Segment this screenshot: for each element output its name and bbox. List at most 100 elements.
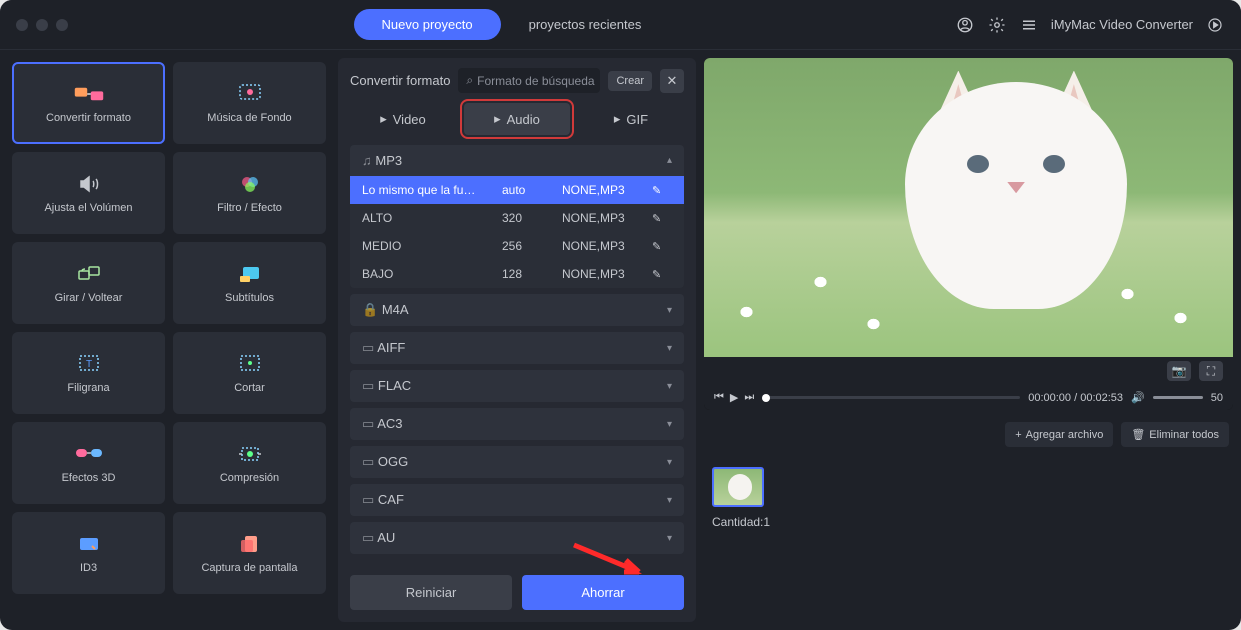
titlebar: Nuevo proyecto proyectos recientes iMyMa… [0, 0, 1241, 50]
play-circle-icon[interactable] [1205, 15, 1225, 35]
sidebar-item-compression[interactable]: Compresión [173, 422, 326, 504]
format-panel-title: Convertir formato [350, 73, 450, 88]
sidebar-item-label: Filigrana [67, 382, 109, 394]
tab-recent-projects[interactable]: proyectos recientes [501, 9, 670, 40]
group-ogg[interactable]: ▭ OGG▾ [350, 446, 684, 478]
fullscreen-button[interactable]: ⛶ [1199, 361, 1223, 381]
sidebar-item-volume[interactable]: Ajusta el Volúmen [12, 152, 165, 234]
snapshot-button[interactable]: 📷 [1167, 361, 1191, 381]
sidebar-item-rotate[interactable]: Girar / Voltear [12, 242, 165, 324]
reset-button[interactable]: Reiniciar [350, 575, 512, 610]
preview-canvas[interactable] [704, 58, 1233, 357]
maximize-dot[interactable] [56, 19, 68, 31]
rotate-icon [73, 262, 105, 286]
tab-video[interactable]: ▸Video [350, 103, 456, 135]
sidebar-item-screenshot[interactable]: Captura de pantalla [173, 512, 326, 594]
tab-new-project[interactable]: Nuevo proyecto [354, 9, 501, 40]
tab-audio[interactable]: ▸Audio [464, 103, 570, 135]
queue-actions: +Agregar archivo 🗑Eliminar todos [704, 418, 1233, 451]
account-icon[interactable] [955, 15, 975, 35]
chevron-down-icon: ▾ [667, 495, 672, 506]
menu-icon[interactable] [1019, 15, 1039, 35]
convert-icon [73, 82, 105, 106]
volume-slider[interactable] [1153, 396, 1203, 399]
queue-count: Cantidad:1 [712, 515, 1225, 529]
group-aiff[interactable]: ▭ AIFF▾ [350, 332, 684, 364]
tab-gif[interactable]: ▸GIF [578, 103, 684, 135]
save-button[interactable]: Ahorrar [522, 575, 684, 610]
sidebar-item-id3[interactable]: ID3 [12, 512, 165, 594]
preset-row[interactable]: BAJO128NONE,MP3✎ [350, 260, 684, 288]
remove-all-button[interactable]: 🗑Eliminar todos [1121, 422, 1229, 447]
play-button[interactable]: ▶ [730, 391, 738, 404]
close-dot[interactable] [16, 19, 28, 31]
close-panel-button[interactable]: ✕ [660, 69, 684, 93]
sidebar-item-label: Efectos 3D [62, 472, 116, 484]
group-ac3[interactable]: ▭ AC3▾ [350, 408, 684, 440]
sidebar-item-3d[interactable]: Efectos 3D [12, 422, 165, 504]
chevron-down-icon: ▾ [667, 381, 672, 392]
app-window: Nuevo proyecto proyectos recientes iMyMa… [0, 0, 1241, 630]
search-input[interactable]: ⌕Formato de búsqueda [458, 68, 600, 93]
subtitles-icon [234, 262, 266, 286]
sidebar-item-watermark[interactable]: T Filigrana [12, 332, 165, 414]
sidebar-item-label: Convertir formato [46, 112, 131, 124]
volume-value: 50 [1211, 392, 1223, 404]
sidebar-item-label: Girar / Voltear [55, 292, 123, 304]
sidebar-item-convert-format[interactable]: Convertir formato [12, 62, 165, 144]
app-name-label: iMyMac Video Converter [1051, 17, 1193, 32]
format-type-tabs: ▸Video ▸Audio ▸GIF [338, 103, 696, 145]
next-button[interactable]: ⏭ [744, 391, 754, 404]
edit-icon[interactable]: ✎ [652, 268, 672, 281]
sidebar-item-background-music[interactable]: Música de Fondo [173, 62, 326, 144]
audio-icon: ▸ [494, 111, 501, 127]
create-button[interactable]: Crear [608, 71, 652, 91]
queue-thumbnail[interactable] [712, 467, 764, 507]
sidebar-item-cut[interactable]: Cortar [173, 332, 326, 414]
glasses-3d-icon [73, 442, 105, 466]
sidebar-item-label: Captura de pantalla [201, 562, 297, 574]
preview-snapshot-row: 📷 ⛶ [704, 357, 1233, 385]
id3-icon [73, 532, 105, 556]
gif-icon: ▸ [614, 111, 621, 127]
traffic-lights [16, 19, 68, 31]
group-m4a[interactable]: 🔒 M4A▾ [350, 294, 684, 326]
sidebar-item-filter[interactable]: Filtro / Efecto [173, 152, 326, 234]
player-controls: ⏮ ▶ ⏭ 00:00:00 / 00:02:53 🔊 50 [704, 385, 1233, 410]
seek-slider[interactable] [762, 396, 1020, 399]
edit-icon[interactable]: ✎ [652, 240, 672, 253]
svg-text:T: T [85, 359, 91, 370]
format-list[interactable]: ♫ MP3▴ Lo mismo que la fu…autoNONE,MP3✎ … [338, 145, 696, 563]
prev-button[interactable]: ⏮ [714, 391, 724, 404]
group-flac[interactable]: ▭ FLAC▾ [350, 370, 684, 402]
queue-body: Cantidad:1 [704, 459, 1233, 622]
preset-row[interactable]: MEDIO256NONE,MP3✎ [350, 232, 684, 260]
gear-icon[interactable] [987, 15, 1007, 35]
edit-icon[interactable]: ✎ [652, 184, 672, 197]
minimize-dot[interactable] [36, 19, 48, 31]
sidebar-item-subtitles[interactable]: Subtítulos [173, 242, 326, 324]
project-tabs: Nuevo proyecto proyectos recientes [68, 9, 955, 40]
filter-icon [234, 172, 266, 196]
compress-icon [234, 442, 266, 466]
add-file-button[interactable]: +Agregar archivo [1005, 422, 1113, 447]
volume-icon[interactable]: 🔊 [1131, 391, 1145, 404]
chevron-down-icon: ▾ [667, 343, 672, 354]
transport: ⏮ ▶ ⏭ [714, 391, 754, 404]
group-mp3[interactable]: ♫ MP3▴ [350, 145, 684, 176]
cut-icon [234, 352, 266, 376]
chevron-down-icon: ▾ [667, 457, 672, 468]
sidebar-item-label: Filtro / Efecto [217, 202, 282, 214]
format-panel-header: Convertir formato ⌕Formato de búsqueda C… [338, 58, 696, 103]
group-caf[interactable]: ▭ CAF▾ [350, 484, 684, 516]
preset-row[interactable]: ALTO320NONE,MP3✎ [350, 204, 684, 232]
format-panel: Convertir formato ⌕Formato de búsqueda C… [338, 58, 696, 622]
sidebar-item-label: Subtítulos [225, 292, 274, 304]
preset-row[interactable]: Lo mismo que la fu…autoNONE,MP3✎ [350, 176, 684, 204]
sidebar-item-label: ID3 [80, 562, 97, 574]
chevron-down-icon: ▾ [667, 533, 672, 544]
group-au[interactable]: ▭ AU▾ [350, 522, 684, 554]
trash-icon: 🗑 [1131, 428, 1145, 441]
edit-icon[interactable]: ✎ [652, 212, 672, 225]
plus-icon: + [1015, 429, 1021, 441]
